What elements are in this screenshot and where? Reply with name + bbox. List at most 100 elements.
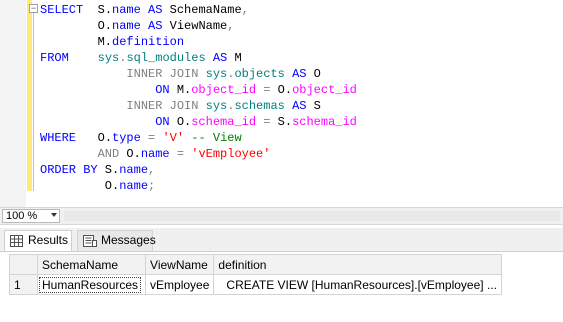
code-token: schema_id xyxy=(292,115,357,129)
query-editor[interactable]: − SELECT S.name AS SchemaName, O.name AS… xyxy=(0,0,563,207)
code-token: SELECT xyxy=(40,3,84,17)
code-line[interactable]: O.name AS ViewName, xyxy=(40,18,563,34)
code-token: AS xyxy=(212,51,228,65)
messages-icon xyxy=(83,234,97,253)
table-row[interactable]: 1 HumanResources vEmployee CREATE VIEW [… xyxy=(9,274,502,295)
code-token: sql_modules xyxy=(126,51,206,65)
code-token: AS xyxy=(148,3,163,17)
grid-icon xyxy=(10,234,23,253)
code-line[interactable]: INNER JOIN sys.objects AS O xyxy=(40,66,563,82)
code-token: , xyxy=(241,3,249,17)
code-token: M. xyxy=(169,83,192,97)
code-token: O. xyxy=(40,19,113,33)
code-token: AND xyxy=(97,147,120,161)
code-token: O. xyxy=(76,131,113,145)
code-token: sys xyxy=(97,51,120,65)
code-token: = xyxy=(176,147,185,161)
code-token: INNER JOIN xyxy=(126,67,199,81)
cell-viewname[interactable]: vEmployee xyxy=(145,274,215,295)
code-token: 'V' xyxy=(162,131,185,145)
code-token: INNER JOIN xyxy=(126,99,199,113)
code-token: O. xyxy=(40,179,120,193)
code-token: name xyxy=(140,147,170,161)
code-token: S. xyxy=(97,163,120,177)
code-token: name xyxy=(119,179,149,193)
line-gutter xyxy=(0,0,26,207)
code-line[interactable]: WHERE O.type = 'V' -- View xyxy=(40,130,563,146)
code-token: objects xyxy=(234,67,285,81)
code-token: S xyxy=(306,99,321,113)
code-line[interactable]: FROM sys.sql_modules AS M xyxy=(40,50,563,66)
code-token: S. xyxy=(270,115,293,129)
cell-schemaname-value: HumanResources xyxy=(39,276,142,293)
code-token: sys xyxy=(205,67,228,81)
code-line[interactable]: SELECT S.name AS SchemaName, xyxy=(40,2,563,18)
code-line[interactable]: INNER JOIN sys.schemas AS S xyxy=(40,98,563,114)
tab-results-label: Results xyxy=(28,233,69,247)
code-token: ViewName xyxy=(162,19,228,33)
code-token: FROM xyxy=(40,51,69,65)
code-token: schema_id xyxy=(191,115,257,129)
code-token: object_id xyxy=(292,83,357,97)
code-line[interactable]: M.definition xyxy=(40,34,563,50)
grid-corner-cell[interactable] xyxy=(9,254,38,275)
code-token: AS xyxy=(148,19,163,33)
collapse-icon[interactable]: − xyxy=(29,4,38,13)
code-token: sys xyxy=(205,99,228,113)
sql-code[interactable]: SELECT S.name AS SchemaName, O.name AS V… xyxy=(40,2,563,194)
results-grid: SchemaName ViewName definition 1 HumanRe… xyxy=(9,254,502,295)
code-token: -- View xyxy=(191,131,242,145)
tab-messages-label: Messages xyxy=(101,233,156,247)
code-line[interactable]: ON M.object_id = O.object_id xyxy=(40,82,563,98)
code-token: 'vEmployee' xyxy=(191,147,271,161)
cell-schemaname[interactable]: HumanResources xyxy=(36,274,147,295)
code-token: object_id xyxy=(191,83,257,97)
cell-definition[interactable]: CREATE VIEW [HumanResources].[vEmployee]… xyxy=(213,274,502,295)
code-token: SchemaName xyxy=(162,3,242,17)
zoom-value: 100 % xyxy=(6,210,38,222)
code-token: O. xyxy=(270,83,293,97)
code-line[interactable]: ORDER BY S.name, xyxy=(40,162,563,178)
code-token: AS xyxy=(292,67,307,81)
code-token: name xyxy=(112,19,141,33)
code-line[interactable]: ON O.schema_id = S.schema_id xyxy=(40,114,563,130)
code-token: ORDER BY xyxy=(40,163,98,177)
code-token: ON xyxy=(155,115,170,129)
code-token: AS xyxy=(292,99,307,113)
code-token: schemas xyxy=(234,99,285,113)
column-header-viewname[interactable]: ViewName xyxy=(145,254,215,275)
code-token: definition xyxy=(112,35,185,49)
code-token: M. xyxy=(40,35,113,49)
code-token: S. xyxy=(83,3,113,17)
chevron-down-icon xyxy=(51,213,57,217)
code-token: , xyxy=(227,19,235,33)
code-token: O xyxy=(306,67,321,81)
horizontal-scrollbar[interactable] xyxy=(64,211,560,221)
zoom-dropdown[interactable]: 100 % xyxy=(2,209,60,223)
column-header-definition[interactable]: definition xyxy=(213,254,502,275)
code-token: ; xyxy=(148,179,156,193)
grid-header-row: SchemaName ViewName definition xyxy=(9,254,502,275)
code-token: name xyxy=(112,3,141,17)
change-tracking-bar xyxy=(27,0,32,191)
row-number[interactable]: 1 xyxy=(9,274,38,295)
column-header-schemaname[interactable]: SchemaName xyxy=(36,254,147,275)
tab-results[interactable]: Results xyxy=(4,230,72,251)
code-line[interactable]: O.name; xyxy=(40,178,563,194)
code-line[interactable]: AND O.name = 'vEmployee' xyxy=(40,146,563,162)
code-token: , xyxy=(148,163,156,177)
tab-messages[interactable]: Messages xyxy=(77,230,156,253)
results-tabstrip: Results Messages xyxy=(0,228,563,252)
